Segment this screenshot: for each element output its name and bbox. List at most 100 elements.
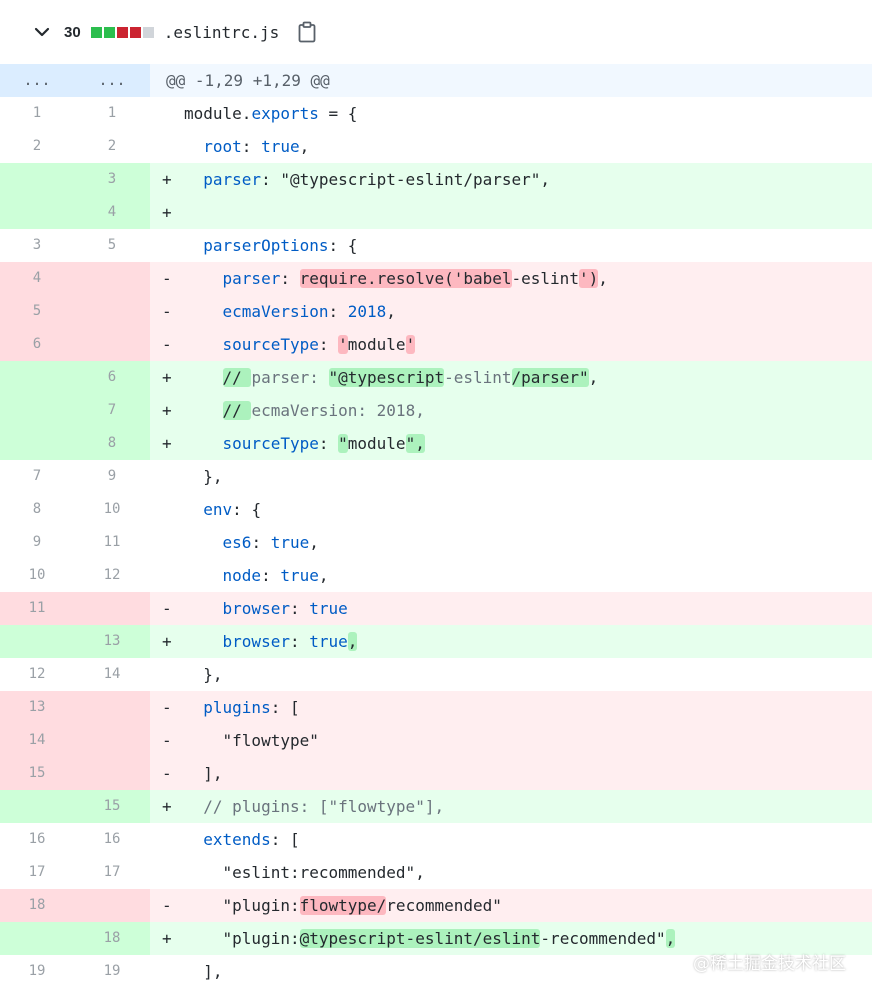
old-line-number[interactable]: 11 bbox=[0, 592, 74, 625]
new-line-number[interactable] bbox=[74, 295, 150, 328]
old-line-number[interactable]: 10 bbox=[0, 559, 74, 592]
old-line-number[interactable]: 4 bbox=[0, 262, 74, 295]
old-line-number[interactable]: 12 bbox=[0, 658, 74, 691]
chevron-down-icon[interactable] bbox=[32, 22, 52, 42]
old-line-number[interactable]: 9 bbox=[0, 526, 74, 559]
new-line-number[interactable]: 6 bbox=[74, 361, 150, 394]
code-token: , bbox=[588, 368, 599, 387]
code-token: -recommended" bbox=[540, 929, 666, 948]
code-line: - parser: require.resolve('babel-eslint'… bbox=[150, 262, 872, 295]
diff-marker: + bbox=[162, 632, 172, 651]
code-token: ", bbox=[405, 434, 425, 453]
diffstat-block bbox=[116, 26, 128, 38]
diff-marker bbox=[150, 229, 184, 262]
new-line-number[interactable]: 1 bbox=[74, 97, 150, 130]
old-line-number[interactable]: 1 bbox=[0, 97, 74, 130]
new-line-number[interactable]: 16 bbox=[74, 823, 150, 856]
copy-path-clipboard-icon[interactable] bbox=[297, 21, 317, 43]
new-line-number[interactable] bbox=[74, 328, 150, 361]
new-line-number[interactable] bbox=[74, 691, 150, 724]
code-token: parser bbox=[203, 170, 262, 189]
code-line: - ], bbox=[150, 757, 872, 790]
old-line-number[interactable] bbox=[0, 427, 74, 460]
code-line: - "flowtype" bbox=[150, 724, 872, 757]
old-line-number[interactable] bbox=[0, 361, 74, 394]
new-line-number[interactable]: 4 bbox=[74, 196, 150, 229]
new-line-number[interactable]: 3 bbox=[74, 163, 150, 196]
old-line-number[interactable]: 16 bbox=[0, 823, 74, 856]
old-line-number[interactable]: 17 bbox=[0, 856, 74, 889]
code-token: : "@typescript-eslint/parser", bbox=[261, 170, 551, 189]
diff-marker bbox=[150, 130, 184, 163]
diff-marker: + bbox=[162, 368, 172, 387]
old-line-number[interactable]: 8 bbox=[0, 493, 74, 526]
diff-row: 7 + // ecmaVersion: 2018, bbox=[0, 394, 872, 427]
code-token: flowtype/ bbox=[299, 896, 387, 915]
code-line: - "plugin:flowtype/recommended" bbox=[150, 889, 872, 922]
new-line-number[interactable]: 17 bbox=[74, 856, 150, 889]
code-token: 2018 bbox=[347, 302, 387, 321]
old-line-number[interactable]: 6 bbox=[0, 328, 74, 361]
code-token: : bbox=[328, 302, 348, 321]
file-name[interactable]: .eslintrc.js bbox=[164, 23, 280, 42]
diff-marker: - bbox=[162, 731, 172, 750]
new-line-number[interactable]: 15 bbox=[74, 790, 150, 823]
diff-row: 4 - parser: require.resolve('babel-eslint… bbox=[0, 262, 872, 295]
hunk-expand-new[interactable]: ... bbox=[74, 64, 150, 97]
code-token: true bbox=[280, 566, 319, 585]
code-token: ecmaVersion: 2018, bbox=[251, 401, 425, 420]
old-line-number[interactable]: 3 bbox=[0, 229, 74, 262]
old-line-number[interactable]: 15 bbox=[0, 757, 74, 790]
old-line-number[interactable] bbox=[0, 394, 74, 427]
new-line-number[interactable] bbox=[74, 757, 150, 790]
new-line-number[interactable]: 13 bbox=[74, 625, 150, 658]
new-line-number[interactable] bbox=[74, 724, 150, 757]
code-token: root bbox=[203, 137, 242, 156]
hunk-expand-old[interactable]: ... bbox=[0, 64, 74, 97]
old-line-number[interactable]: 13 bbox=[0, 691, 74, 724]
diff-row: 8 + sourceType: "module", bbox=[0, 427, 872, 460]
diff-row: 11 module.exports = { bbox=[0, 97, 872, 130]
old-line-number[interactable]: 19 bbox=[0, 955, 74, 988]
code-token: module bbox=[347, 335, 406, 354]
old-line-number[interactable]: 2 bbox=[0, 130, 74, 163]
new-line-number[interactable]: 5 bbox=[74, 229, 150, 262]
new-line-number[interactable] bbox=[74, 889, 150, 922]
code-token: : bbox=[318, 434, 339, 453]
old-line-number[interactable] bbox=[0, 196, 74, 229]
new-line-number[interactable] bbox=[74, 262, 150, 295]
new-line-number[interactable]: 11 bbox=[74, 526, 150, 559]
new-line-number[interactable]: 9 bbox=[74, 460, 150, 493]
old-line-number[interactable] bbox=[0, 922, 74, 955]
code-token: module bbox=[347, 434, 406, 453]
old-line-number[interactable] bbox=[0, 163, 74, 196]
old-line-number[interactable] bbox=[0, 625, 74, 658]
new-line-number[interactable]: 19 bbox=[74, 955, 150, 988]
file-header: 30 .eslintrc.js bbox=[0, 0, 872, 64]
new-line-number[interactable]: 18 bbox=[74, 922, 150, 955]
code-line: + // ecmaVersion: 2018, bbox=[150, 394, 872, 427]
new-line-number[interactable]: 10 bbox=[74, 493, 150, 526]
code-token: plugins bbox=[203, 698, 271, 717]
code-token: }, bbox=[184, 665, 223, 684]
old-line-number[interactable]: 7 bbox=[0, 460, 74, 493]
new-line-number[interactable] bbox=[74, 592, 150, 625]
code-token: "eslint:recommended", bbox=[184, 863, 425, 882]
new-line-number[interactable]: 12 bbox=[74, 559, 150, 592]
old-line-number[interactable]: 5 bbox=[0, 295, 74, 328]
diff-row: 35 parserOptions: { bbox=[0, 229, 872, 262]
code-token: true bbox=[309, 632, 348, 651]
old-line-number[interactable]: 14 bbox=[0, 724, 74, 757]
old-line-number[interactable]: 18 bbox=[0, 889, 74, 922]
new-line-number[interactable]: 8 bbox=[74, 427, 150, 460]
code-line: - sourceType: 'module' bbox=[150, 328, 872, 361]
new-line-number[interactable]: 7 bbox=[74, 394, 150, 427]
new-line-number[interactable]: 14 bbox=[74, 658, 150, 691]
old-line-number[interactable] bbox=[0, 790, 74, 823]
new-line-number[interactable]: 2 bbox=[74, 130, 150, 163]
